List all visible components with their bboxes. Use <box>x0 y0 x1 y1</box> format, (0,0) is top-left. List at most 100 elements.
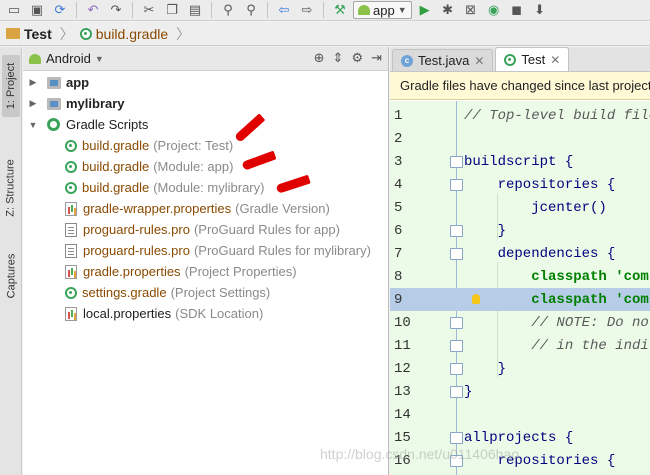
tree-item-label: mylibrary <box>66 96 125 111</box>
tree-item-app[interactable]: ▶ app <box>27 72 90 93</box>
panel-tools: ⊕ ⇕ ⚙ ⇥ <box>314 50 382 66</box>
code-line: 7 dependencies { <box>390 242 650 265</box>
lightbulb-icon[interactable] <box>472 294 480 304</box>
line-number: 15 <box>394 429 411 446</box>
code-text: // Top-level build file where you can ad… <box>464 107 650 124</box>
run-icon[interactable]: ▶ <box>415 1 435 19</box>
tree-item-label: local.properties <box>83 306 172 321</box>
fold-marker-icon[interactable] <box>450 248 463 260</box>
close-icon[interactable]: ✕ <box>550 53 560 67</box>
tree-item-local-properties[interactable]: local.properties (SDK Location) <box>65 303 263 324</box>
tab-test-gradle[interactable]: Test ✕ <box>495 47 570 71</box>
tree-item-project-build-gradle[interactable]: build.gradle (Project: Test) <box>65 135 233 156</box>
tab-project[interactable]: 1: Project <box>2 55 20 117</box>
tree-item-app-build-gradle[interactable]: build.gradle (Module: app) <box>65 156 233 177</box>
fold-marker-icon[interactable] <box>450 432 463 444</box>
tree-item-mylibrary[interactable]: ▶ mylibrary <box>27 93 125 114</box>
tree-item-settings-gradle[interactable]: settings.gradle (Project Settings) <box>65 282 270 303</box>
build-icon[interactable]: ⚒ <box>330 1 350 19</box>
run-configuration-select[interactable]: app ▼ <box>353 1 412 19</box>
code-line: 5 jcenter() <box>390 196 650 219</box>
close-icon[interactable]: ✕ <box>474 54 484 68</box>
undo-icon[interactable]: ↶ <box>83 1 103 19</box>
breadcrumb-file[interactable]: build.gradle <box>79 26 168 42</box>
fold-marker-icon[interactable] <box>450 363 463 375</box>
gradle-icon <box>79 27 92 40</box>
tree-item-gradle-properties[interactable]: gradle.properties (Project Properties) <box>65 261 297 282</box>
breadcrumb-project[interactable]: Test <box>6 26 52 42</box>
expand-icon[interactable]: ▶ <box>27 77 39 88</box>
tree-item-proguard-mylibrary[interactable]: proguard-rules.pro (ProGuard Rules for m… <box>65 240 371 261</box>
code-text: dependencies { <box>464 245 616 262</box>
tree-item-label: Gradle Scripts <box>66 117 149 132</box>
fold-marker-icon[interactable] <box>450 386 463 398</box>
breadcrumb: Test 〉 build.gradle 〉 <box>0 22 650 46</box>
gradle-icon <box>504 53 517 66</box>
fold-marker-icon[interactable] <box>450 179 463 191</box>
fold-marker-icon[interactable] <box>450 340 463 352</box>
code-text: } <box>464 222 507 239</box>
tree-item-proguard-app[interactable]: proguard-rules.pro (ProGuard Rules for a… <box>65 219 340 240</box>
tree-item-gradle-scripts[interactable]: ▼ Gradle Scripts <box>27 114 149 135</box>
tree-item-hint: (Project Properties) <box>184 264 297 279</box>
tree-item-label: build.gradle <box>82 159 150 174</box>
tab-structure[interactable]: Z: Structure <box>2 145 20 231</box>
run-config-label: app <box>373 2 395 18</box>
gear-icon[interactable]: ⚙ <box>351 50 363 66</box>
sdk-icon[interactable]: ⬇ <box>530 1 550 19</box>
project-view-mode: Android <box>46 51 91 66</box>
expand-icon[interactable]: ▶ <box>27 98 39 109</box>
find-icon[interactable]: ⚲ <box>218 1 238 19</box>
line-number: 1 <box>394 107 403 124</box>
watermark: http://blog.csdn.net/u011406hao <box>320 446 520 462</box>
module-icon <box>47 76 61 89</box>
code-line: 6 } <box>390 219 650 242</box>
line-number: 12 <box>394 360 411 377</box>
code-line: 1 // Top-level build file where you can … <box>390 104 650 127</box>
annotation-arrow <box>241 150 277 171</box>
fold-marker-icon[interactable] <box>450 225 463 237</box>
folder-open-icon[interactable]: ▭ <box>4 1 24 19</box>
redo-icon[interactable]: ↷ <box>106 1 126 19</box>
profile-icon[interactable]: ◉ <box>484 1 504 19</box>
code-line: 13 } <box>390 380 650 403</box>
fold-marker-icon[interactable] <box>450 317 463 329</box>
cut-icon[interactable]: ✂ <box>139 1 159 19</box>
tree-item-label: proguard-rules.pro <box>83 222 190 237</box>
locate-icon[interactable]: ⊕ <box>314 50 325 66</box>
code-text: classpath 'com.android.tools.build:gradl… <box>531 268 650 285</box>
tab-label: Test.java <box>418 53 470 68</box>
fold-marker-icon[interactable] <box>450 156 463 168</box>
chevron-down-icon: ▼ <box>397 5 407 15</box>
tab-test-java[interactable]: c Test.java ✕ <box>392 49 494 71</box>
tab-captures[interactable]: Captures <box>2 243 20 309</box>
attach-icon[interactable]: ⊠ <box>461 1 481 19</box>
stop-icon[interactable]: ◼ <box>507 1 527 19</box>
tree-item-mylibrary-build-gradle[interactable]: build.gradle (Module: mylibrary) <box>65 177 264 198</box>
hide-icon[interactable]: ⇥ <box>371 50 382 66</box>
forward-icon[interactable]: ⇨ <box>297 1 317 19</box>
project-view-selector[interactable]: Android ▼ ⊕ ⇕ ⚙ ⇥ <box>23 47 388 71</box>
copy-icon[interactable]: ❐ <box>162 1 182 19</box>
collapse-all-icon[interactable]: ⇕ <box>333 50 344 66</box>
gradle-icon <box>65 139 77 152</box>
save-icon[interactable]: ▣ <box>27 1 47 19</box>
replace-icon[interactable]: ⚲ <box>241 1 261 19</box>
folder-icon <box>6 28 20 39</box>
tree-item-label: build.gradle <box>82 138 150 153</box>
code-text: jcenter() <box>464 199 607 216</box>
code-text: repositories { <box>464 176 616 193</box>
tree-item-hint: (Module: app) <box>153 159 234 174</box>
breadcrumb-project-label: Test <box>24 25 52 42</box>
back-icon[interactable]: ⇦ <box>274 1 294 19</box>
code-area[interactable]: 1 // Top-level build file where you can … <box>390 101 650 475</box>
code-text: allprojects { <box>464 429 574 446</box>
debug-icon[interactable]: ✱ <box>438 1 458 19</box>
code-text: // NOTE: Do not place your application d… <box>531 314 650 331</box>
sync-icon[interactable]: ⟳ <box>50 1 70 19</box>
paste-icon[interactable]: ▤ <box>185 1 205 19</box>
tree-item-gradle-wrapper-properties[interactable]: gradle-wrapper.properties (Gradle Versio… <box>65 198 330 219</box>
main-toolbar: ▭ ▣ ⟳ ↶ ↷ ✂ ❐ ▤ ⚲ ⚲ ⇦ ⇨ ⚒ app ▼ ▶ ✱ ⊠ ◉ … <box>0 0 650 21</box>
collapse-icon[interactable]: ▼ <box>27 120 39 130</box>
tool-window-strip: 1: Project Z: Structure Captures <box>0 47 22 475</box>
